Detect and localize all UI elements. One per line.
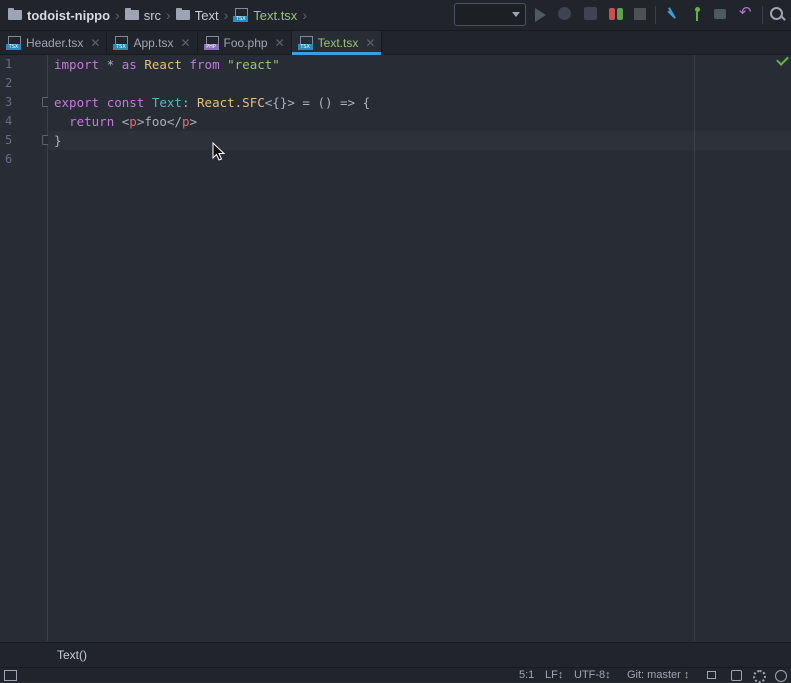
tsx-file-icon: TSX bbox=[233, 8, 249, 22]
close-icon[interactable]: ✕ bbox=[275, 36, 285, 50]
run-configuration-select[interactable] bbox=[454, 3, 526, 26]
php-file-icon: PHP bbox=[203, 35, 219, 50]
folder-icon bbox=[8, 8, 22, 20]
breadcrumb-folder-text[interactable]: Text › bbox=[175, 0, 234, 30]
run-icon[interactable] bbox=[535, 8, 546, 22]
current-line-highlight bbox=[48, 131, 791, 150]
hector-icon[interactable] bbox=[731, 670, 742, 681]
history-icon[interactable] bbox=[714, 7, 728, 21]
revert-icon[interactable]: ↶ bbox=[739, 5, 753, 20]
tab-label: Foo.php bbox=[223, 35, 268, 50]
chevron-down-icon bbox=[512, 12, 520, 17]
structure-breadcrumb[interactable]: Text() bbox=[0, 642, 791, 667]
chevron-right-icon: › bbox=[166, 7, 171, 23]
line-number: 5 bbox=[5, 133, 13, 147]
tab-label: Header.tsx bbox=[26, 35, 84, 50]
line-separator[interactable]: LF↕ bbox=[545, 669, 563, 681]
search-icon[interactable] bbox=[770, 7, 784, 21]
folder-icon bbox=[124, 8, 139, 20]
right-margin-guide bbox=[694, 55, 695, 641]
code-line-5: } bbox=[54, 133, 62, 148]
close-icon[interactable]: ✕ bbox=[365, 36, 375, 50]
chevron-right-icon: › bbox=[223, 7, 229, 23]
breadcrumb-file[interactable]: TSX Text.tsx › bbox=[233, 0, 312, 30]
editor-tabs: TSX Header.tsx ✕ TSX App.tsx ✕ PHP Foo.p… bbox=[0, 31, 791, 55]
tab-label: App.tsx bbox=[133, 35, 174, 50]
gear-icon[interactable] bbox=[753, 670, 766, 683]
toolbar-divider bbox=[655, 6, 656, 24]
stop-icon[interactable] bbox=[634, 8, 646, 20]
event-log-icon[interactable] bbox=[775, 670, 787, 682]
debug-icon[interactable] bbox=[558, 7, 571, 20]
breadcrumb-project[interactable]: todoist-nippo › bbox=[8, 0, 125, 30]
file-encoding[interactable]: UTF-8↕ bbox=[574, 669, 611, 681]
chevron-right-icon: › bbox=[115, 7, 120, 23]
tsx-file-icon: TSX bbox=[113, 35, 129, 50]
code-editor[interactable]: import * as React from "react" export co… bbox=[48, 53, 791, 641]
tab-foo-php[interactable]: PHP Foo.php ✕ bbox=[198, 31, 292, 54]
tab-header-tsx[interactable]: TSX Header.tsx ✕ bbox=[0, 31, 108, 54]
breadcrumb-folder-src[interactable]: src › bbox=[124, 0, 176, 30]
code-line-4: return <p>foo</p> bbox=[69, 114, 198, 129]
line-number: 3 bbox=[5, 95, 13, 109]
chevron-right-icon: › bbox=[302, 7, 307, 23]
folder-icon bbox=[175, 8, 190, 20]
tool-windows-icon[interactable] bbox=[4, 670, 17, 681]
checkmark-icon[interactable] bbox=[776, 53, 789, 66]
editor-gutter[interactable]: 1 2 3 4 5 6 bbox=[0, 55, 52, 641]
coverage-icon[interactable] bbox=[584, 7, 597, 20]
breadcrumb-function[interactable]: Text() bbox=[57, 648, 87, 662]
line-number: 2 bbox=[5, 76, 13, 90]
tab-text-tsx[interactable]: TSX Text.tsx ✕ bbox=[291, 31, 383, 55]
close-icon[interactable]: ✕ bbox=[180, 36, 190, 50]
tab-label: Text.tsx bbox=[317, 35, 359, 50]
code-line-3: export const Text: React.SFC<{}> = () =>… bbox=[54, 95, 371, 110]
code-line-1: import * as React from "react" bbox=[54, 57, 280, 72]
close-icon[interactable]: ✕ bbox=[90, 36, 100, 50]
mouse-pointer-icon bbox=[212, 142, 226, 161]
tab-app-tsx[interactable]: TSX App.tsx ✕ bbox=[107, 31, 198, 54]
vcs-commit-icon[interactable] bbox=[690, 7, 704, 21]
line-number: 6 bbox=[5, 152, 13, 166]
git-branch[interactable]: Git: master ↕ bbox=[627, 669, 689, 681]
tsx-file-icon: TSX bbox=[297, 35, 313, 50]
toolbar-divider bbox=[762, 6, 763, 24]
line-number: 4 bbox=[5, 114, 13, 128]
tsx-file-icon: TSX bbox=[6, 35, 21, 50]
lock-icon[interactable] bbox=[707, 671, 716, 679]
vcs-update-icon[interactable] bbox=[665, 7, 679, 21]
line-number: 1 bbox=[5, 57, 13, 71]
caret-position[interactable]: 5:1 bbox=[519, 669, 534, 681]
status-bar: 5:1 LF↕ UTF-8↕ Git: master ↕ bbox=[0, 667, 791, 683]
rerun-icon[interactable] bbox=[609, 7, 623, 21]
